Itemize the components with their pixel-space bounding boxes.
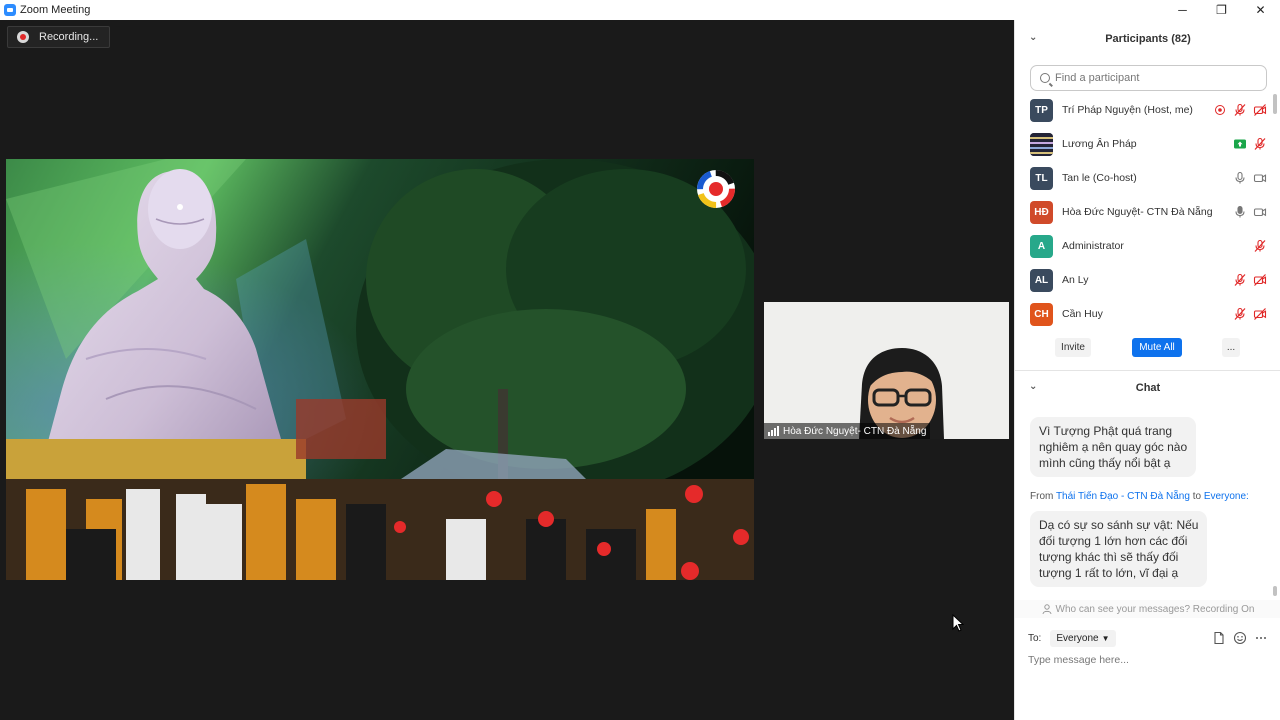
who-can-see-notice[interactable]: Who can see your messages? Recording On <box>1015 600 1280 618</box>
participant-status-icons <box>1233 205 1267 219</box>
participants-header: ⌄ Participants (82) <box>1015 27 1280 51</box>
participant-row[interactable]: HĐ Hòa Đức Nguyệt- CTN Đà Nẵng <box>1015 196 1275 230</box>
avatar: AL <box>1030 269 1053 292</box>
participant-status-icons <box>1233 171 1267 185</box>
participant-status-icons <box>1233 307 1267 321</box>
participant-name: Administrator <box>1062 240 1124 252</box>
chat-header: ⌄ Chat <box>1015 376 1280 400</box>
recording-icon <box>1215 105 1225 115</box>
participant-row[interactable]: Lương Ân Pháp <box>1015 128 1275 162</box>
screen-share-icon <box>1234 139 1246 149</box>
recording-label: Recording... <box>39 31 99 43</box>
mouse-cursor-icon <box>952 614 964 632</box>
collapse-participants-chevron-icon[interactable]: ⌄ <box>1029 32 1037 43</box>
chat-message-input[interactable] <box>1028 654 1268 666</box>
participant-video-thumbnail[interactable]: Hòa Đức Nguyệt- CTN Đà Nẵng <box>764 302 1009 439</box>
microphone-muted-icon <box>1254 137 1266 150</box>
microphone-muted-icon <box>1234 273 1246 286</box>
participant-list-scrollbar[interactable] <box>1273 94 1277 324</box>
participant-row[interactable]: TL Tan le (Co-host) <box>1015 162 1275 196</box>
maximize-button[interactable]: ❐ <box>1202 0 1241 20</box>
participant-status-icons <box>1213 103 1267 117</box>
participant-name: Tan le (Co-host) <box>1062 172 1137 184</box>
participant-name: Trí Pháp Nguyện (Host, me) <box>1062 104 1193 116</box>
avatar: TL <box>1030 167 1053 190</box>
participant-name: Cần Huy <box>1062 308 1103 320</box>
chat-title: Chat <box>1135 382 1161 394</box>
close-button[interactable]: ✕ <box>1241 0 1280 20</box>
participant-search[interactable] <box>1030 65 1267 91</box>
person-icon <box>1042 604 1051 614</box>
participant-name: An Ly <box>1062 274 1089 286</box>
thumbnail-name: Hòa Đức Nguyệt- CTN Đà Nẵng <box>783 425 927 437</box>
chat-sender-line: From Thái Tiến Đạo - CTN Đà Nẵng to Ever… <box>1030 491 1249 502</box>
invite-button[interactable]: Invite <box>1055 338 1091 357</box>
emoji-icon[interactable] <box>1233 631 1247 645</box>
participant-search-input[interactable] <box>1055 72 1255 84</box>
window-title: Zoom Meeting <box>20 4 91 16</box>
zoom-logo-icon <box>4 4 16 16</box>
zoom-window: Zoom Meeting ─ ❐ ✕ Recording... Hòa Đức … <box>0 0 1280 720</box>
avatar: CH <box>1030 303 1053 326</box>
participant-row[interactable]: A Administrator <box>1015 230 1275 264</box>
video-off-icon <box>1253 274 1267 286</box>
recipient-row: To: Everyone ▼ <box>1028 630 1116 647</box>
participant-video-image <box>764 302 1009 439</box>
participant-row[interactable]: CH Cần Huy <box>1015 298 1275 332</box>
microphone-muted-icon <box>1254 239 1266 252</box>
participant-name-label: Hòa Đức Nguyệt- CTN Đà Nẵng <box>764 423 931 439</box>
file-icon[interactable] <box>1212 631 1226 645</box>
channel-logo-icon <box>697 170 735 208</box>
chat-message: Dạ có sự so sánh sự vật: Nếu đối tượng 1… <box>1030 511 1208 587</box>
microphone-icon <box>1235 171 1245 184</box>
minimize-button[interactable]: ─ <box>1163 0 1202 20</box>
recording-indicator[interactable]: Recording... <box>7 26 110 48</box>
more-icon[interactable] <box>1254 631 1268 645</box>
section-divider <box>1015 370 1280 371</box>
side-panel: ⌄ Participants (82) TP Trí Pháp Nguyện (H… <box>1014 20 1280 720</box>
participant-status-icons <box>1233 137 1267 151</box>
participant-status-icons <box>1253 239 1267 253</box>
participant-status-icons <box>1233 273 1267 287</box>
title-bar: Zoom Meeting ─ ❐ ✕ <box>0 0 1280 20</box>
recipient-dropdown[interactable]: Everyone ▼ <box>1050 630 1116 647</box>
avatar <box>1030 133 1053 156</box>
participant-row[interactable]: AL An Ly <box>1015 264 1275 298</box>
more-options-button[interactable]: ... <box>1222 338 1240 357</box>
recipient-name: Everyone: <box>1203 491 1249 502</box>
video-icon <box>1253 208 1267 217</box>
avatar: HĐ <box>1030 201 1053 224</box>
participant-name: Hòa Đức Nguyệt- CTN Đà Nẵng <box>1062 206 1213 218</box>
mute-all-button[interactable]: Mute All <box>1132 338 1182 357</box>
search-icon <box>1040 73 1050 83</box>
avatar: TP <box>1030 99 1053 122</box>
sender-name-link[interactable]: Thái Tiến Đạo - CTN Đà Nẵng <box>1056 491 1190 502</box>
video-off-icon <box>1253 104 1267 116</box>
participant-name: Lương Ân Pháp <box>1062 138 1137 150</box>
shared-screen-video <box>6 159 754 580</box>
microphone-muted-icon <box>1234 307 1246 320</box>
chevron-down-icon: ▼ <box>1101 634 1110 643</box>
chat-messages: Vì Tượng Phật quá trang nghiêm ạ nên qua… <box>1015 405 1275 601</box>
collapse-chat-chevron-icon[interactable]: ⌄ <box>1029 381 1037 392</box>
record-icon <box>17 31 29 43</box>
chat-scrollbar[interactable] <box>1273 410 1277 596</box>
video-stage: Recording... Hòa Đức Nguyệt- CTN Đà Nẵng <box>0 20 1014 720</box>
participants-title: Participants (82) <box>1105 33 1191 45</box>
avatar: A <box>1030 235 1053 258</box>
video-icon <box>1253 174 1267 183</box>
participant-row[interactable]: TP Trí Pháp Nguyện (Host, me) <box>1015 94 1275 128</box>
microphone-icon <box>1235 205 1245 218</box>
connection-signal-icon <box>768 426 779 436</box>
buddha-statue-scene-image <box>6 159 754 580</box>
video-off-icon <box>1253 308 1267 320</box>
window-controls: ─ ❐ ✕ <box>1163 0 1280 20</box>
participant-list: TP Trí Pháp Nguyện (Host, me) Lương Ân Phá… <box>1015 94 1275 332</box>
microphone-muted-icon <box>1234 103 1246 116</box>
chat-tools <box>1212 631 1268 645</box>
chat-message: Vì Tượng Phật quá trang nghiêm ạ nên qua… <box>1030 417 1197 477</box>
